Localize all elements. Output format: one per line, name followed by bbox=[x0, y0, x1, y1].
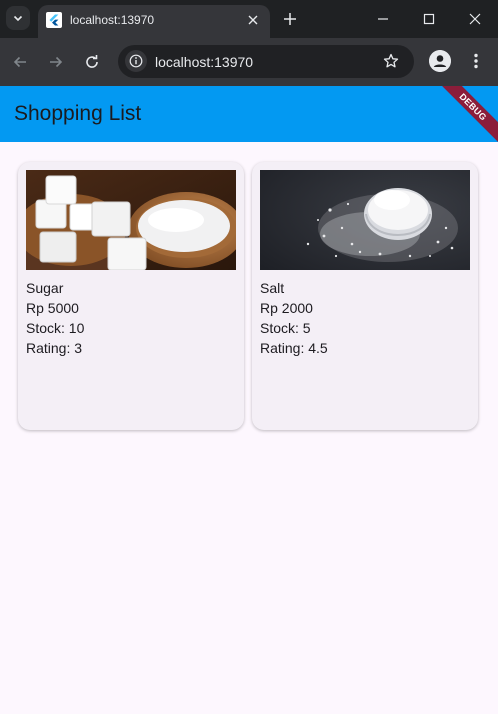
tab-close-button[interactable] bbox=[244, 11, 262, 29]
tab-title: localhost:13970 bbox=[70, 13, 155, 27]
address-bar[interactable]: localhost:13970 bbox=[118, 45, 414, 78]
arrow-right-icon bbox=[50, 56, 63, 68]
browser-tab-strip: localhost:13970 bbox=[0, 0, 498, 38]
forward-button[interactable] bbox=[44, 50, 68, 74]
browser-menu-button[interactable] bbox=[466, 51, 486, 71]
product-price: Rp 2000 bbox=[260, 300, 313, 316]
reload-button[interactable] bbox=[80, 50, 104, 74]
site-info-button[interactable] bbox=[125, 50, 147, 72]
browser-toolbar: localhost:13970 bbox=[0, 38, 498, 86]
reload-icon bbox=[86, 55, 98, 68]
close-window-button[interactable] bbox=[462, 7, 488, 31]
back-button[interactable] bbox=[8, 50, 32, 74]
profile-button[interactable] bbox=[429, 50, 451, 72]
product-card-sugar[interactable]: Sugar Rp 5000 Stock: 10 Rating: 3 bbox=[18, 162, 244, 430]
product-name: Salt bbox=[260, 280, 285, 296]
plus-icon bbox=[284, 13, 296, 25]
debug-banner: DEBUG bbox=[429, 86, 498, 142]
minimize-button[interactable] bbox=[370, 7, 396, 31]
star-icon bbox=[383, 53, 399, 68]
chevron-down-icon bbox=[13, 15, 23, 22]
product-stock: Stock: 5 bbox=[260, 320, 311, 336]
product-card-salt[interactable]: Salt Rp 2000 Stock: 5 Rating: 4.5 bbox=[252, 162, 478, 430]
app-bar: Shopping List DEBUG bbox=[0, 86, 498, 142]
product-rating: Rating: 3 bbox=[26, 340, 83, 356]
product-price: Rp 5000 bbox=[26, 300, 79, 316]
tab-search-button[interactable] bbox=[6, 6, 30, 30]
maximize-icon bbox=[423, 13, 435, 25]
person-icon bbox=[429, 50, 451, 72]
minimize-icon bbox=[378, 18, 388, 20]
product-info: Salt Rp 2000 Stock: 5 Rating: 4.5 bbox=[260, 278, 328, 358]
more-vert-icon bbox=[474, 53, 478, 69]
product-stock: Stock: 10 bbox=[26, 320, 85, 336]
flutter-icon bbox=[46, 12, 62, 28]
new-tab-button[interactable] bbox=[280, 9, 300, 29]
sugar-image bbox=[26, 170, 236, 270]
close-icon bbox=[248, 15, 258, 25]
bookmark-button[interactable] bbox=[381, 51, 401, 71]
debug-banner-label: DEBUG bbox=[457, 91, 489, 123]
product-rating: Rating: 4.5 bbox=[260, 340, 328, 356]
close-icon bbox=[469, 13, 481, 25]
salt-image bbox=[260, 170, 470, 270]
info-icon bbox=[129, 54, 143, 68]
maximize-button[interactable] bbox=[416, 7, 442, 31]
product-name: Sugar bbox=[26, 280, 64, 296]
url-text: localhost:13970 bbox=[155, 54, 254, 70]
page-title: Shopping List bbox=[14, 102, 142, 125]
product-info: Sugar Rp 5000 Stock: 10 Rating: 3 bbox=[26, 278, 84, 358]
browser-tab[interactable]: localhost:13970 bbox=[38, 5, 270, 38]
arrow-left-icon bbox=[13, 56, 26, 68]
product-grid: Sugar Rp 5000 Stock: 10 Rating: 3 Salt R… bbox=[0, 142, 498, 714]
